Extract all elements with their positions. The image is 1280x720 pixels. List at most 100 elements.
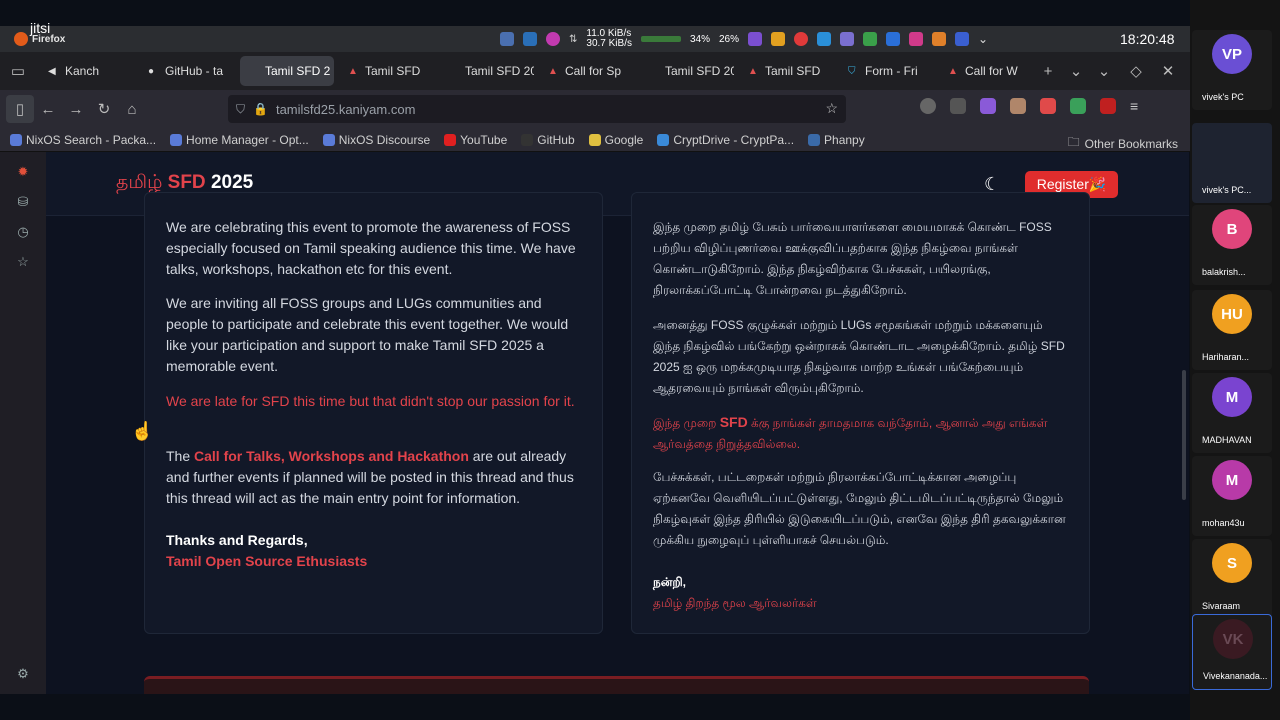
url-bar[interactable]: ⛉ 🔒 tamilsfd25.kaniyam.com ☆ — [228, 95, 846, 123]
chrome-icon[interactable] — [546, 32, 560, 46]
tab-9[interactable]: ▲ Call for W — [940, 56, 1034, 86]
bookmark-item[interactable]: CryptDrive - CryptPa... — [657, 133, 794, 147]
tab-7[interactable]: ▲ Tamil SFD — [740, 56, 834, 86]
bookmarks-toolbar: NixOS Search - Packa... Home Manager - Op… — [0, 128, 1190, 152]
chevron-down-icon[interactable]: ⌄ — [978, 32, 988, 46]
tab-8[interactable]: ⛉ Form - Fri — [840, 56, 934, 86]
tab-1[interactable]: ● GitHub - ta — [140, 56, 234, 86]
avatar: B — [1212, 209, 1252, 249]
tab-2[interactable]: Tamil SFD 2✕ — [240, 56, 334, 86]
ta-paragraph-4: பேச்சுக்கள், பட்டறைகள் மற்றும் நிரலாக்கப… — [653, 470, 1066, 547]
extension-icon[interactable] — [1040, 98, 1056, 114]
bookmark-item[interactable]: NixOS Search - Packa... — [10, 133, 156, 147]
vpn-icon[interactable] — [909, 32, 924, 46]
new-tab-button[interactable]: + — [1034, 57, 1062, 85]
avatar: S — [1212, 543, 1252, 583]
discord-icon[interactable] — [748, 32, 763, 46]
participant-tile[interactable]: vivek's PC... — [1192, 123, 1272, 203]
tamil-card: இந்த முறை தமிழ் பேசும் பார்வையாளர்களை மை… — [631, 192, 1090, 634]
volume-icon[interactable] — [863, 32, 878, 46]
bookmark-item[interactable]: Home Manager - Opt... — [170, 133, 309, 147]
sfd-icon: ▲ — [348, 65, 358, 77]
extension-icon[interactable] — [1010, 98, 1026, 114]
participant-tile[interactable]: S Sivaraam — [1192, 539, 1272, 619]
record-icon[interactable] — [794, 32, 809, 46]
bookmark-item[interactable]: YouTube — [444, 133, 507, 147]
bookmarks-icon[interactable]: ☆ — [15, 254, 31, 270]
puzzle-icon[interactable] — [950, 98, 966, 114]
home-button[interactable]: ⌂ — [118, 95, 146, 123]
url-text[interactable]: tamilsfd25.kaniyam.com — [276, 102, 415, 117]
tab-5[interactable]: ▲ Call for Sp — [540, 56, 634, 86]
tab-overview-icon[interactable]: ▭ — [4, 57, 32, 85]
en-paragraph-2: We are inviting all FOSS groups and LUGs… — [166, 295, 569, 374]
ai-chat-icon[interactable]: ✹ — [15, 164, 31, 180]
tab-4[interactable]: Tamil SFD 202 — [440, 56, 534, 86]
history-icon[interactable]: ◷ — [15, 224, 31, 240]
clipboard-icon[interactable] — [840, 32, 855, 46]
back-button[interactable]: ← — [34, 95, 62, 123]
participant-tile[interactable]: VP vivek's PC — [1192, 30, 1272, 110]
minimize-button[interactable]: ⌄ — [1090, 57, 1118, 85]
cpu-usage: 34% — [689, 33, 710, 45]
page-scrollbar[interactable] — [1182, 370, 1186, 500]
close-window-button[interactable]: ✕ — [1154, 57, 1182, 85]
call-for-talks-link[interactable]: Call for Talks, Workshops and Hackathon — [194, 448, 469, 464]
settings-gear-icon[interactable]: ⚙ — [15, 666, 31, 682]
maximize-button[interactable]: ◇ — [1122, 57, 1150, 85]
sfd-icon: ▲ — [948, 65, 958, 77]
participant-tile[interactable]: M MADHAVAN — [1192, 373, 1272, 453]
participant-tile[interactable]: Bbalakrish... — [1192, 205, 1272, 285]
sfd-icon: ▲ — [748, 65, 758, 77]
telegram-icon[interactable] — [817, 32, 832, 46]
tab-0[interactable]: ◀ Kanch — [40, 56, 134, 86]
system-tray: ⇅ 11.0 KiB/s 30.7 KiB/s 34% 26% ⌄ — [500, 26, 988, 52]
shield-icon[interactable]: ⛉ — [236, 102, 245, 117]
tab-list-chevron-icon[interactable]: ⌄ — [1062, 57, 1090, 85]
forward-button[interactable]: → — [62, 95, 90, 123]
adblock-icon[interactable] — [1070, 98, 1086, 114]
participant-tile[interactable]: HU Hariharan... — [1192, 290, 1272, 370]
sidebar-toggle-icon[interactable]: ▯ — [6, 95, 34, 123]
extension-toolbar: ≡ — [920, 98, 1146, 114]
battery-icon[interactable] — [955, 32, 970, 46]
other-bookmarks[interactable]: 🗀 Other Bookmarks — [1068, 133, 1178, 154]
participant-tile[interactable]: VK Vivekananada... — [1192, 614, 1272, 690]
ta-paragraph-3: இந்த முறை SFD க்கு நாங்கள் தாமதமாக வந்தோ… — [653, 414, 1048, 451]
bookmark-favicon-icon — [10, 133, 22, 146]
page-icon — [248, 66, 259, 77]
bookmark-favicon-icon — [521, 133, 534, 146]
synced-tabs-icon[interactable]: ⛁ — [15, 194, 31, 210]
bell-icon[interactable] — [771, 32, 786, 46]
en-thanks: Thanks and Regards, — [166, 532, 308, 548]
participant-name: MADHAVAN — [1202, 435, 1252, 445]
bookmark-item[interactable]: GitHub — [521, 133, 575, 147]
bookmark-item[interactable]: NixOS Discourse — [322, 133, 430, 147]
en-signature: Tamil Open Source Ethusiasts — [166, 553, 368, 569]
vscode-icon[interactable] — [523, 32, 537, 46]
system-taskbar: Firefox jitsi ⇅ 11.0 KiB/s 30.7 KiB/s 34%… — [0, 20, 1190, 52]
bluetooth-icon[interactable] — [886, 32, 901, 46]
tab-3[interactable]: ▲ Tamil SFD — [340, 56, 434, 86]
bookmark-item[interactable]: Phanpy — [808, 133, 865, 147]
cpu-graph-icon — [640, 36, 681, 42]
web-page: தமிழ் SFD 2025 ☾ Register🎉 We are celebr… — [46, 152, 1189, 694]
participant-name: Sivaraam — [1202, 601, 1241, 611]
bookmark-item[interactable]: Google — [588, 133, 643, 147]
lock-icon[interactable]: 🔒 — [253, 102, 268, 116]
bookmark-favicon-icon — [322, 133, 335, 146]
window-icon[interactable] — [500, 32, 514, 46]
avatar: M — [1212, 460, 1252, 500]
wifi-icon[interactable] — [932, 32, 947, 46]
extension-icon[interactable] — [980, 98, 996, 114]
participant-name: Hariharan... — [1202, 352, 1250, 362]
participant-name: vivek's PC... — [1202, 185, 1252, 195]
tab-6[interactable]: Tamil SFD 202 — [640, 56, 734, 86]
extension-icon[interactable] — [920, 98, 936, 114]
participant-name: Vivekananada... — [1203, 671, 1268, 681]
ublock-icon[interactable] — [1100, 98, 1116, 114]
bookmark-star-icon[interactable]: ☆ — [825, 100, 838, 117]
menu-icon[interactable]: ≡ — [1130, 98, 1146, 114]
participant-tile[interactable]: Mmohan43u — [1192, 456, 1272, 536]
reload-button[interactable]: ↻ — [90, 95, 118, 123]
